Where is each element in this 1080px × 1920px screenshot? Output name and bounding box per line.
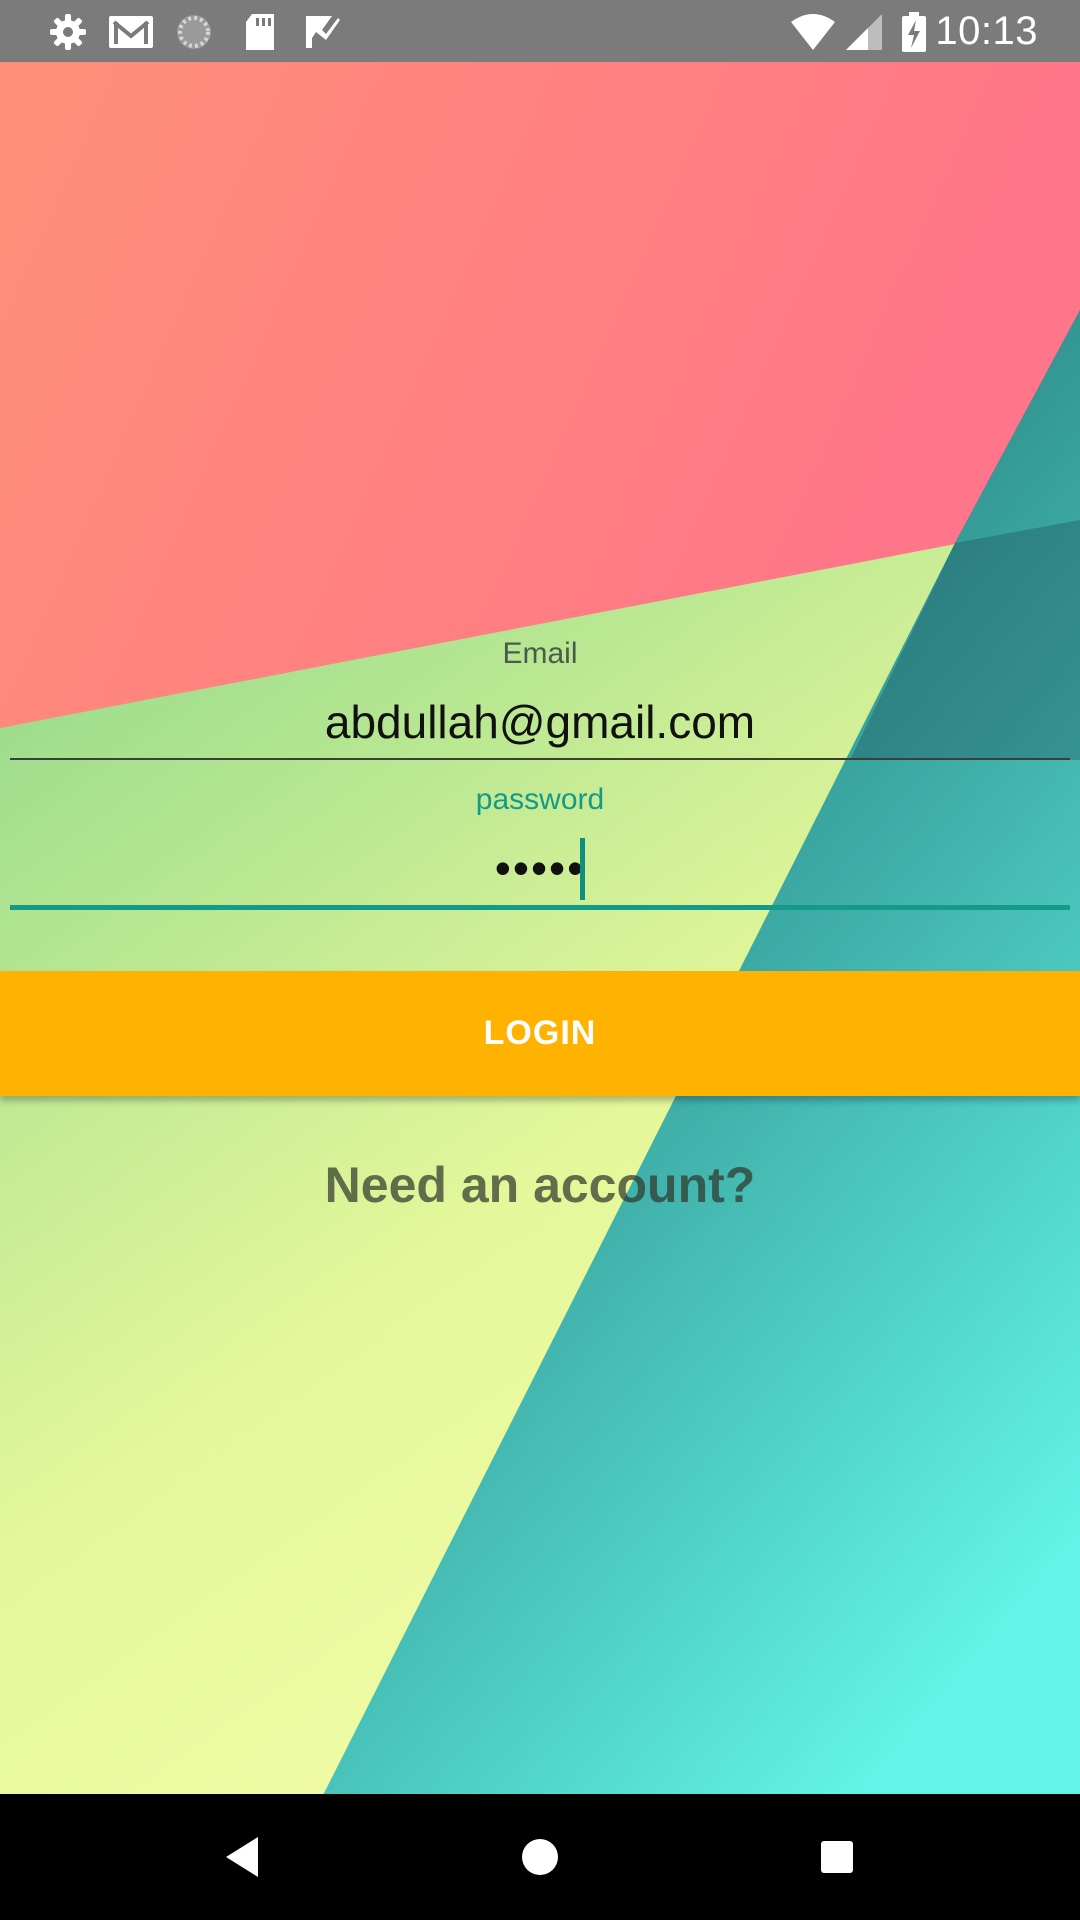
battery-charging-icon [902, 12, 926, 52]
login-button[interactable]: LOGIN [0, 971, 1080, 1096]
background-wallpaper [0, 0, 1080, 1920]
login-screen: 10:13 Email password LOGIN Need an accou… [0, 0, 1080, 1920]
password-field[interactable] [10, 836, 1070, 900]
email-label: Email [502, 637, 578, 670]
navigation-bar [0, 1794, 1080, 1920]
recents-icon[interactable] [802, 1822, 872, 1892]
password-underline [10, 905, 1070, 910]
task-icon [306, 16, 340, 48]
cell-signal-icon [846, 14, 882, 50]
sync-icon [177, 15, 211, 49]
settings-icon [50, 14, 86, 50]
back-icon[interactable] [206, 1822, 276, 1892]
text-cursor [580, 838, 585, 900]
email-field[interactable] [10, 690, 1070, 754]
home-icon[interactable] [505, 1822, 575, 1892]
status-time: 10:13 [935, 9, 1038, 53]
wifi-icon [791, 14, 835, 50]
password-label: password [475, 783, 605, 816]
need-account-link[interactable]: Need an account? [0, 1156, 1080, 1214]
gmail-icon [109, 16, 153, 48]
status-bar: 10:13 [0, 0, 1080, 62]
email-underline [10, 758, 1070, 760]
sd-card-icon [246, 14, 274, 50]
